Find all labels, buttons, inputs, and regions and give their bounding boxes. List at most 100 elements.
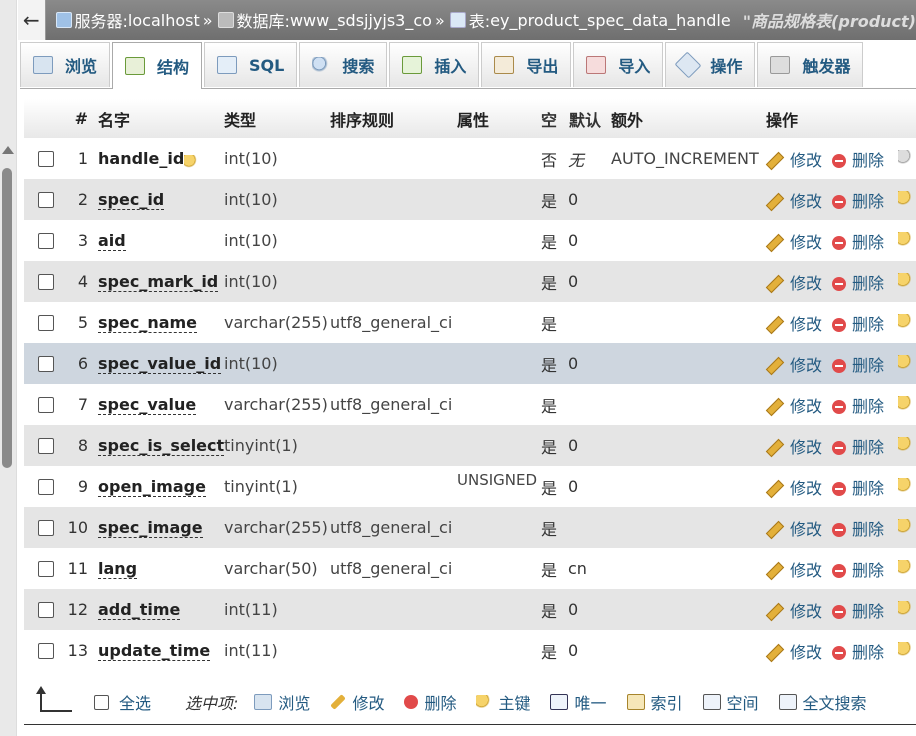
column-name[interactable]: spec_is_select [98, 436, 225, 456]
row-checkbox[interactable] [38, 602, 54, 618]
table-name[interactable]: ey_product_spec_data_handle [490, 11, 731, 30]
row-checkbox[interactable] [38, 479, 54, 495]
more-actions[interactable] [898, 354, 914, 373]
tab-sql[interactable]: SQL [204, 42, 298, 87]
drop-link[interactable]: 删除 [832, 188, 884, 212]
back-button[interactable]: ← [18, 0, 46, 40]
edit-link[interactable]: 修改 [765, 516, 822, 540]
header-name[interactable]: 名字 [98, 107, 130, 131]
row-checkbox[interactable] [38, 233, 54, 249]
bulk-unique-button[interactable]: 唯一 [550, 690, 607, 714]
more-actions[interactable] [898, 149, 914, 168]
more-actions[interactable] [898, 395, 914, 414]
table-row[interactable]: 6 spec_value_id int(10) 是 0 修改 删除 [24, 343, 916, 384]
row-checkbox[interactable] [38, 397, 54, 413]
table-row[interactable]: 9 open_image tinyint(1) UNSIGNED 是 0 修改 删除 [24, 466, 916, 507]
more-actions[interactable] [898, 477, 914, 496]
server-name[interactable]: localhost [128, 11, 200, 30]
row-checkbox[interactable] [38, 192, 54, 208]
drop-link[interactable]: 删除 [832, 270, 884, 294]
select-all-checkbox[interactable] [94, 694, 109, 710]
more-actions[interactable] [898, 272, 914, 291]
table-row[interactable]: 13 update_time int(11) 是 0 修改 删除 [24, 630, 916, 671]
drop-link[interactable]: 删除 [832, 557, 884, 581]
breadcrumb-database[interactable]: 数据库: www_sdsjjyjs3_co [217, 8, 432, 32]
scrollbar-thumb[interactable] [2, 168, 12, 468]
more-actions[interactable] [898, 600, 914, 619]
bulk-drop-button[interactable]: 删除 [404, 690, 456, 714]
edit-link[interactable]: 修改 [765, 147, 822, 171]
edit-link[interactable]: 修改 [765, 270, 822, 294]
database-name[interactable]: www_sdsjjyjs3_co [290, 11, 432, 30]
row-checkbox[interactable] [38, 643, 54, 659]
left-scrollbar[interactable] [0, 0, 17, 736]
edit-link[interactable]: 修改 [765, 598, 822, 622]
bulk-index-button[interactable]: 索引 [626, 690, 683, 714]
tab-structure[interactable]: 结构 [112, 42, 203, 89]
column-name[interactable]: add_time [98, 600, 181, 620]
more-actions[interactable] [898, 313, 914, 332]
more-actions[interactable] [898, 190, 914, 209]
tab-search[interactable]: 搜索 [299, 42, 388, 87]
tab-operations[interactable]: 操作 [665, 42, 756, 87]
column-name[interactable]: spec_mark_id [98, 272, 219, 292]
edit-link[interactable]: 修改 [765, 434, 822, 458]
drop-link[interactable]: 删除 [832, 311, 884, 335]
more-actions[interactable] [898, 518, 914, 537]
drop-link[interactable]: 删除 [832, 598, 884, 622]
column-name[interactable]: spec_value [98, 395, 197, 415]
column-name[interactable]: handle_id [98, 149, 184, 168]
bulk-primary-key-button[interactable]: 主键 [476, 690, 530, 714]
drop-link[interactable]: 删除 [832, 516, 884, 540]
column-name[interactable]: spec_id [98, 190, 165, 210]
more-actions[interactable] [898, 231, 914, 250]
edit-link[interactable]: 修改 [765, 393, 822, 417]
more-actions[interactable] [898, 436, 914, 455]
drop-link[interactable]: 删除 [832, 434, 884, 458]
bulk-fulltext-button[interactable]: 全文搜索 [778, 690, 867, 714]
table-row[interactable]: 10 spec_image varchar(255) utf8_general_ci 是… [24, 507, 916, 548]
table-row[interactable]: 3 aid int(10) 是 0 修改 删除 [24, 220, 916, 261]
column-name[interactable]: aid [98, 231, 126, 251]
column-name[interactable]: spec_image [98, 518, 203, 538]
table-row[interactable]: 1 handle_id int(10) 否无 AUTO_INCREMENT 修改 删除 [24, 138, 916, 179]
row-checkbox[interactable] [38, 356, 54, 372]
tab-triggers[interactable]: 触发器 [757, 42, 864, 87]
row-checkbox[interactable] [38, 520, 54, 536]
column-name[interactable]: lang [98, 559, 138, 579]
edit-link[interactable]: 修改 [765, 557, 822, 581]
column-name[interactable]: open_image [98, 477, 206, 497]
edit-link[interactable]: 修改 [765, 188, 822, 212]
bulk-edit-button[interactable]: 修改 [330, 690, 384, 714]
edit-link[interactable]: 修改 [765, 229, 822, 253]
row-checkbox[interactable] [38, 561, 54, 577]
row-checkbox[interactable] [38, 151, 54, 167]
edit-link[interactable]: 修改 [765, 639, 822, 663]
row-checkbox[interactable] [38, 274, 54, 290]
bulk-spatial-button[interactable]: 空间 [702, 690, 759, 714]
bulk-browse-button[interactable]: 浏览 [254, 690, 310, 714]
table-row[interactable]: 8 spec_is_select tinyint(1) 是 0 修改 删除 [24, 425, 916, 466]
drop-link[interactable]: 删除 [832, 475, 884, 499]
tab-export[interactable]: 导出 [481, 42, 572, 87]
column-name[interactable]: spec_value_id [98, 354, 222, 374]
drop-link[interactable]: 删除 [832, 352, 884, 376]
drop-link[interactable]: 删除 [832, 147, 884, 171]
drop-link[interactable]: 删除 [832, 229, 884, 253]
column-name[interactable]: spec_name [98, 313, 198, 333]
edit-link[interactable]: 修改 [765, 352, 822, 376]
table-row[interactable]: 11 lang varchar(50) utf8_general_ci 是 cn 修改 删除 [24, 548, 916, 589]
tab-browse[interactable]: 浏览 [20, 42, 111, 87]
table-row[interactable]: 5 spec_name varchar(255) utf8_general_ci 是 修改… [24, 302, 916, 343]
more-actions[interactable] [898, 559, 914, 578]
table-row[interactable]: 7 spec_value varchar(255) utf8_general_ci 是 修… [24, 384, 916, 425]
column-name[interactable]: update_time [98, 641, 211, 661]
table-row[interactable]: 12 add_time int(11) 是 0 修改 删除 [24, 589, 916, 630]
edit-link[interactable]: 修改 [765, 311, 822, 335]
edit-link[interactable]: 修改 [765, 475, 822, 499]
breadcrumb-table[interactable]: 表: ey_product_spec_data_handle [449, 8, 731, 32]
table-row[interactable]: 4 spec_mark_id int(10) 是 0 修改 删除 [24, 261, 916, 302]
tab-insert[interactable]: 插入 [389, 42, 480, 87]
drop-link[interactable]: 删除 [832, 393, 884, 417]
more-actions[interactable] [898, 641, 914, 660]
